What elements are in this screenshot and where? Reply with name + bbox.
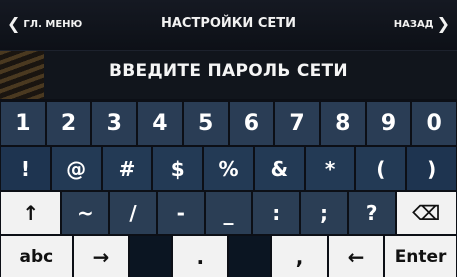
back-button[interactable]: НАЗАД ❯ (394, 13, 453, 35)
keyboard-row-punctuation: ↑ ~ / - _ : ; ? ⌫ (0, 190, 457, 234)
key-1[interactable]: 1 (1, 100, 45, 145)
key-4[interactable]: 4 (138, 100, 182, 145)
key-2[interactable]: 2 (46, 100, 91, 145)
key-ampersand[interactable]: & (254, 145, 304, 190)
key-7[interactable]: 7 (275, 100, 319, 145)
key-semicolon[interactable]: ; (301, 190, 347, 234)
key-3[interactable]: 3 (92, 100, 137, 145)
keyboard-row-bottom: abc → . , ← Enter (0, 234, 457, 277)
enter-key[interactable]: Enter (385, 234, 456, 277)
key-underscore[interactable]: _ (205, 190, 252, 234)
space-key-right[interactable] (229, 234, 271, 277)
on-screen-keyboard: 1 2 3 4 5 6 7 8 9 0 ! @ # $ % & * ( ) ↑ … (0, 100, 457, 277)
top-bar: ❮ ГЛ. МЕНЮ НАСТРОЙКИ СЕТИ НАЗАД ❯ (0, 0, 457, 51)
password-prompt: ВВЕДИТЕ ПАРОЛЬ СЕТИ (109, 61, 348, 81)
back-label: НАЗАД (393, 19, 434, 30)
key-hash[interactable]: # (102, 145, 152, 190)
key-5[interactable]: 5 (183, 100, 228, 145)
shift-key[interactable]: ↑ (1, 190, 61, 234)
chevron-right-icon: ❯ (436, 14, 450, 33)
key-tilde[interactable]: ~ (62, 190, 109, 234)
chevron-left-icon: ❮ (7, 14, 21, 33)
cursor-left-key[interactable]: ← (328, 234, 384, 277)
abc-key[interactable]: abc (1, 234, 72, 277)
keyboard-row-digits: 1 2 3 4 5 6 7 8 9 0 (0, 100, 457, 145)
keyboard-row-symbols: ! @ # $ % & * ( ) (0, 145, 457, 190)
key-dollar[interactable]: $ (153, 145, 203, 190)
key-period[interactable]: . (173, 234, 228, 277)
key-8[interactable]: 8 (320, 100, 365, 145)
backspace-key[interactable]: ⌫ (396, 190, 457, 234)
key-close-paren[interactable]: ) (407, 145, 457, 190)
key-comma[interactable]: , (272, 234, 327, 277)
cursor-right-key[interactable]: → (73, 234, 129, 277)
key-question[interactable]: ? (348, 190, 395, 234)
key-9[interactable]: 9 (366, 100, 411, 145)
arrow-left-icon: ← (347, 244, 365, 269)
prompt-row: ВВЕДИТЕ ПАРОЛЬ СЕТИ (0, 51, 457, 99)
key-at[interactable]: @ (51, 145, 101, 190)
key-colon[interactable]: : (253, 190, 300, 234)
main-menu-button[interactable]: ❮ ГЛ. МЕНЮ (4, 13, 82, 35)
space-key-left[interactable] (130, 234, 172, 277)
main-menu-label: ГЛ. МЕНЮ (23, 19, 83, 30)
shift-icon: ↑ (22, 201, 40, 225)
key-dash[interactable]: - (157, 190, 204, 234)
key-0[interactable]: 0 (412, 100, 457, 145)
backspace-icon: ⌫ (412, 201, 441, 225)
key-6[interactable]: 6 (229, 100, 274, 145)
key-percent[interactable]: % (204, 145, 253, 190)
key-open-paren[interactable]: ( (356, 145, 406, 190)
arrow-right-icon: → (92, 244, 110, 269)
key-slash[interactable]: / (110, 190, 156, 234)
key-asterisk[interactable]: * (305, 145, 355, 190)
key-exclamation[interactable]: ! (1, 145, 50, 190)
